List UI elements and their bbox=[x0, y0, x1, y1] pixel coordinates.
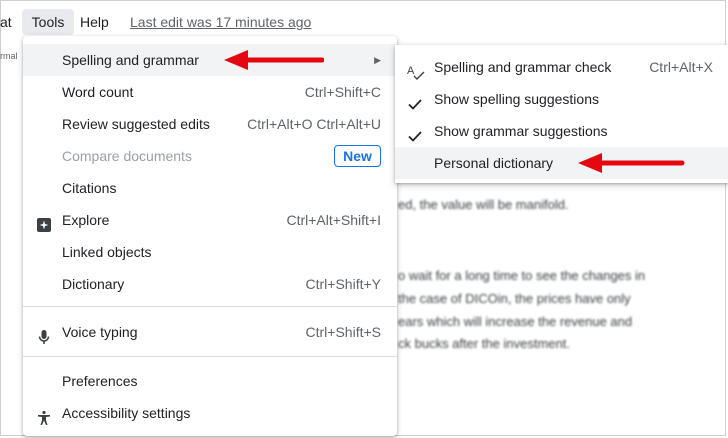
doc-line: o wait for a long time to see the change… bbox=[398, 268, 646, 283]
tools-menu: Spelling and grammar ▶ Word count Ctrl+S… bbox=[23, 36, 397, 436]
annotation-arrow-personal-dictionary bbox=[578, 153, 685, 173]
menu-item-label: Preferences bbox=[62, 373, 138, 389]
menu-item-label: Citations bbox=[62, 180, 117, 196]
menu-format[interactable]: at bbox=[0, 9, 20, 35]
accessibility-icon bbox=[36, 405, 52, 425]
menu-item-label: Explore bbox=[62, 212, 110, 228]
doc-line: ears which will increase the revenue and bbox=[398, 314, 633, 329]
submenu-item-show-grammar-suggestions[interactable]: Show grammar suggestions bbox=[395, 115, 728, 147]
doc-line: ed, the value will be manifold. bbox=[398, 197, 569, 212]
menu-divider bbox=[23, 306, 397, 307]
submenu-item-label: Show grammar suggestions bbox=[434, 123, 608, 139]
explore-icon bbox=[36, 212, 52, 232]
menu-item-label: Voice typing bbox=[62, 324, 138, 340]
submenu-item-spelling-grammar-check[interactable]: A Spelling and grammar check Ctrl+Alt+X bbox=[395, 51, 728, 83]
shortcut-label: Ctrl+Shift+S bbox=[305, 324, 381, 340]
submenu-item-label: Personal dictionary bbox=[434, 155, 554, 171]
menu-item-label: Spelling and grammar bbox=[62, 52, 199, 68]
shortcut-label: Ctrl+Alt+X bbox=[649, 59, 713, 75]
submenu-item-label: Show spelling suggestions bbox=[434, 91, 599, 107]
menu-item-label: Review suggested edits bbox=[62, 116, 210, 132]
menu-item-dictionary[interactable]: Dictionary Ctrl+Shift+Y bbox=[23, 268, 397, 300]
menu-item-compare-documents: Compare documents New bbox=[23, 140, 397, 172]
menu-item-explore[interactable]: Explore Ctrl+Alt+Shift+I bbox=[23, 204, 397, 236]
last-edit-link[interactable]: Last edit was 17 minutes ago bbox=[130, 9, 311, 35]
submenu-arrow-icon: ▶ bbox=[374, 55, 381, 65]
annotation-arrow-spelling bbox=[224, 50, 324, 70]
style-select-partial[interactable]: rmal bbox=[0, 51, 18, 61]
shortcut-label: Ctrl+Shift+Y bbox=[305, 276, 381, 292]
microphone-icon bbox=[36, 324, 52, 344]
menu-item-voice-typing[interactable]: Voice typing Ctrl+Shift+S bbox=[23, 316, 397, 348]
new-badge: New bbox=[334, 145, 381, 167]
menu-item-review-suggested-edits[interactable]: Review suggested edits Ctrl+Alt+O Ctrl+A… bbox=[23, 108, 397, 140]
menu-item-preferences[interactable]: Preferences bbox=[23, 365, 397, 397]
menu-item-spelling-and-grammar[interactable]: Spelling and grammar ▶ bbox=[23, 44, 397, 76]
menu-item-label: Accessibility settings bbox=[62, 405, 191, 421]
submenu-item-show-spelling-suggestions[interactable]: Show spelling suggestions bbox=[395, 83, 728, 115]
menu-item-accessibility-settings[interactable]: Accessibility settings bbox=[23, 397, 397, 429]
menu-tools[interactable]: Tools bbox=[22, 9, 74, 35]
submenu-item-label: Spelling and grammar check bbox=[434, 59, 612, 75]
menu-divider bbox=[23, 356, 397, 357]
spellcheck-icon: A bbox=[407, 59, 425, 80]
svg-text:A: A bbox=[407, 65, 415, 77]
shortcut-label: Ctrl+Shift+C bbox=[304, 84, 381, 100]
shortcut-label: Ctrl+Alt+O Ctrl+Alt+U bbox=[247, 116, 381, 132]
doc-line: ck bucks after the investment. bbox=[398, 336, 570, 351]
menu-help[interactable]: Help bbox=[80, 9, 109, 35]
menu-item-label: Compare documents bbox=[62, 148, 192, 164]
menu-item-label: Dictionary bbox=[62, 276, 125, 292]
menu-item-label: Linked objects bbox=[62, 244, 152, 260]
shortcut-label: Ctrl+Alt+Shift+I bbox=[286, 212, 381, 228]
menu-item-word-count[interactable]: Word count Ctrl+Shift+C bbox=[23, 76, 397, 108]
checkmark-icon bbox=[407, 123, 423, 142]
menu-item-citations[interactable]: Citations bbox=[23, 172, 397, 204]
menu-item-linked-objects[interactable]: Linked objects bbox=[23, 236, 397, 268]
menu-item-label: Word count bbox=[62, 84, 134, 100]
checkmark-icon bbox=[407, 91, 423, 110]
doc-line: the case of DICOin, the prices have only bbox=[398, 291, 631, 306]
menu-bar: at Tools Help Last edit was 17 minutes a… bbox=[0, 9, 728, 35]
